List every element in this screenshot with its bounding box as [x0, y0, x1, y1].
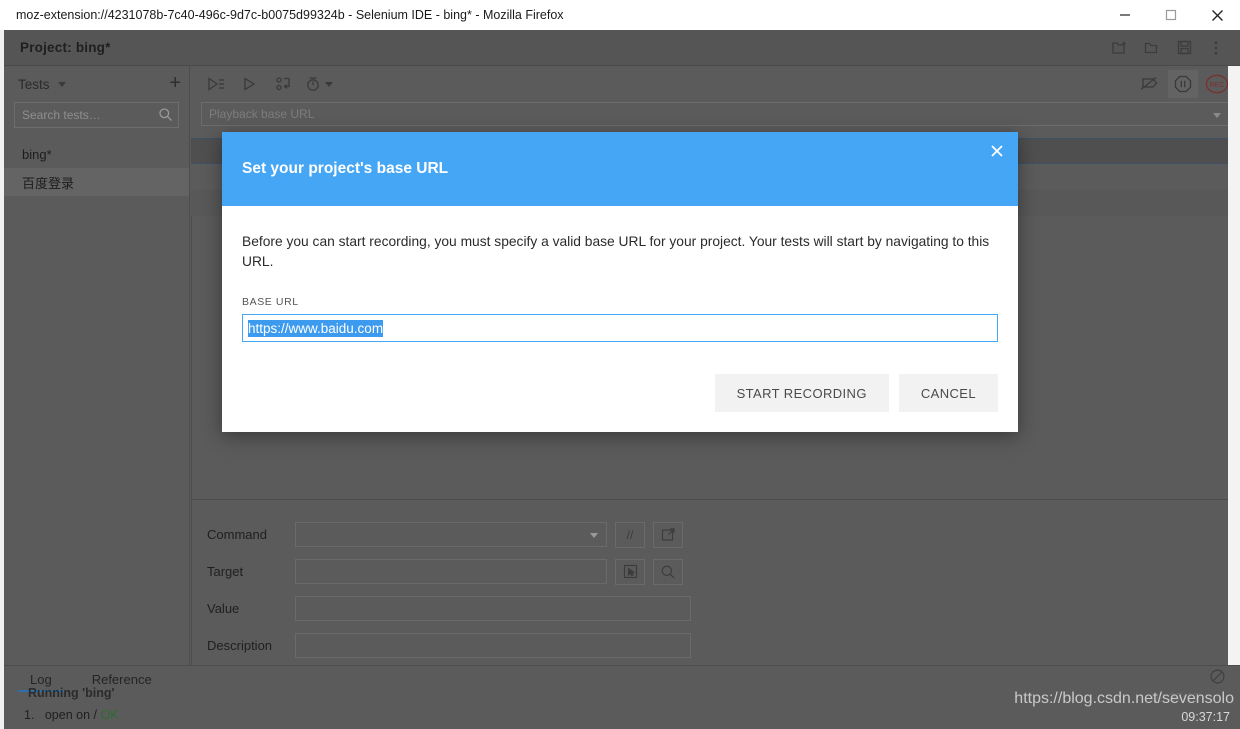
window-titlebar: moz-extension://4231078b-7c40-496c-9d7c-…	[0, 0, 1240, 30]
description-row: Description	[199, 627, 1240, 664]
disable-breakpoints-icon[interactable]	[1134, 70, 1164, 98]
tests-sidebar: Tests + bing* 百度登录	[4, 66, 190, 695]
vertical-scrollbar[interactable]	[1228, 66, 1240, 695]
log-entry: 1. open on / OK	[24, 708, 119, 722]
dialog-body: Before you can start recording, you must…	[222, 206, 1018, 342]
playback-toolbar-right: REC	[1134, 70, 1232, 98]
svg-text:REC: REC	[1210, 82, 1225, 89]
run-current-test-icon[interactable]	[235, 70, 265, 98]
open-project-icon[interactable]	[1138, 34, 1166, 62]
watermark: https://blog.csdn.net/sevensolo	[1014, 690, 1234, 707]
cancel-button[interactable]: CANCEL	[898, 374, 998, 412]
command-row: Command //	[199, 516, 1240, 553]
maximize-icon[interactable]	[1148, 0, 1194, 30]
list-item[interactable]: bing*	[4, 140, 189, 168]
chevron-down-icon[interactable]	[57, 81, 66, 87]
dialog-actions: START RECORDING CANCEL	[714, 374, 998, 412]
log-running-text: Running 'bing'	[28, 686, 115, 700]
run-all-tests-icon[interactable]	[201, 70, 231, 98]
playback-speed-icon[interactable]	[303, 70, 333, 98]
step-over-icon[interactable]	[269, 70, 299, 98]
pause-icon[interactable]	[1168, 70, 1198, 98]
list-item[interactable]: 百度登录	[4, 168, 189, 196]
new-project-icon[interactable]	[1106, 34, 1134, 62]
value-row: Value	[199, 590, 1240, 627]
test-name: bing*	[22, 146, 52, 162]
open-command-reference-icon[interactable]	[653, 521, 683, 548]
chevron-down-icon[interactable]	[590, 533, 598, 538]
clock: 09:37:17	[1181, 710, 1230, 724]
dialog-description: Before you can start recording, you must…	[242, 234, 990, 269]
target-row: Target	[199, 553, 1240, 590]
chevron-down-icon[interactable]	[1213, 113, 1221, 118]
page-title: Project: bing*	[20, 40, 111, 55]
command-input[interactable]	[295, 522, 607, 547]
window-title: moz-extension://4231078b-7c40-496c-9d7c-…	[16, 8, 564, 22]
search-tests-wrap	[14, 102, 179, 128]
description-label: Description	[207, 638, 273, 653]
playback-toolbar: REC	[191, 66, 1240, 102]
command-label: Command	[207, 527, 267, 542]
search-input[interactable]	[15, 103, 178, 127]
log-tabs: Log Reference	[4, 666, 1240, 692]
save-project-icon[interactable]	[1170, 34, 1198, 62]
tab-reference[interactable]: Reference	[92, 672, 152, 687]
select-target-icon[interactable]	[615, 558, 645, 585]
window-controls	[1102, 0, 1240, 30]
comment-toggle-icon[interactable]: //	[615, 521, 645, 548]
value-input[interactable]	[295, 596, 691, 621]
project-bar: Project: bing*	[4, 30, 1240, 66]
close-icon[interactable]	[1194, 0, 1240, 30]
playback-url-row	[191, 102, 1240, 126]
comment-label: //	[626, 527, 634, 542]
target-label: Target	[207, 564, 244, 579]
base-url-input[interactable]: https://www.baidu.com	[242, 314, 998, 342]
playback-url-bar	[201, 102, 1230, 126]
log-entry-index: 1.	[24, 708, 35, 722]
chevron-down-icon[interactable]	[324, 81, 333, 87]
log-entry-status: OK	[100, 708, 119, 722]
find-target-icon[interactable]	[653, 558, 683, 585]
clear-log-icon[interactable]	[1209, 668, 1226, 690]
project-actions	[1106, 34, 1240, 62]
log-panel: Log Reference Running 'bing' 1. open on …	[4, 665, 1240, 729]
dialog-title: Set your project's base URL	[242, 160, 449, 177]
close-icon[interactable]	[986, 140, 1008, 162]
scrollbar-track[interactable]	[1228, 66, 1240, 695]
tests-sidebar-header: Tests +	[4, 66, 189, 102]
base-url-label: BASE URL	[242, 296, 299, 308]
target-input[interactable]	[295, 559, 607, 584]
value-label: Value	[207, 601, 240, 616]
add-test-button[interactable]: +	[169, 73, 181, 96]
dialog-header: Set your project's base URL	[222, 132, 1018, 206]
base-url-value: https://www.baidu.com	[248, 319, 384, 337]
log-entry-text: open on /	[44, 708, 97, 722]
start-recording-button[interactable]: START RECORDING	[714, 374, 889, 412]
description-input[interactable]	[295, 633, 691, 658]
base-url-dialog: Set your project's base URL Before you c…	[222, 132, 1018, 432]
playback-url-input[interactable]	[202, 107, 1229, 121]
tests-heading: Tests	[18, 76, 50, 92]
app-root: moz-extension://4231078b-7c40-496c-9d7c-…	[0, 0, 1240, 729]
search-icon[interactable]	[158, 107, 173, 127]
more-menu-icon[interactable]	[1202, 34, 1230, 62]
test-name: 百度登录	[22, 175, 75, 191]
tab-log[interactable]: Log	[18, 672, 64, 692]
tests-list: bing* 百度登录	[4, 140, 189, 196]
minimize-icon[interactable]	[1102, 0, 1148, 30]
